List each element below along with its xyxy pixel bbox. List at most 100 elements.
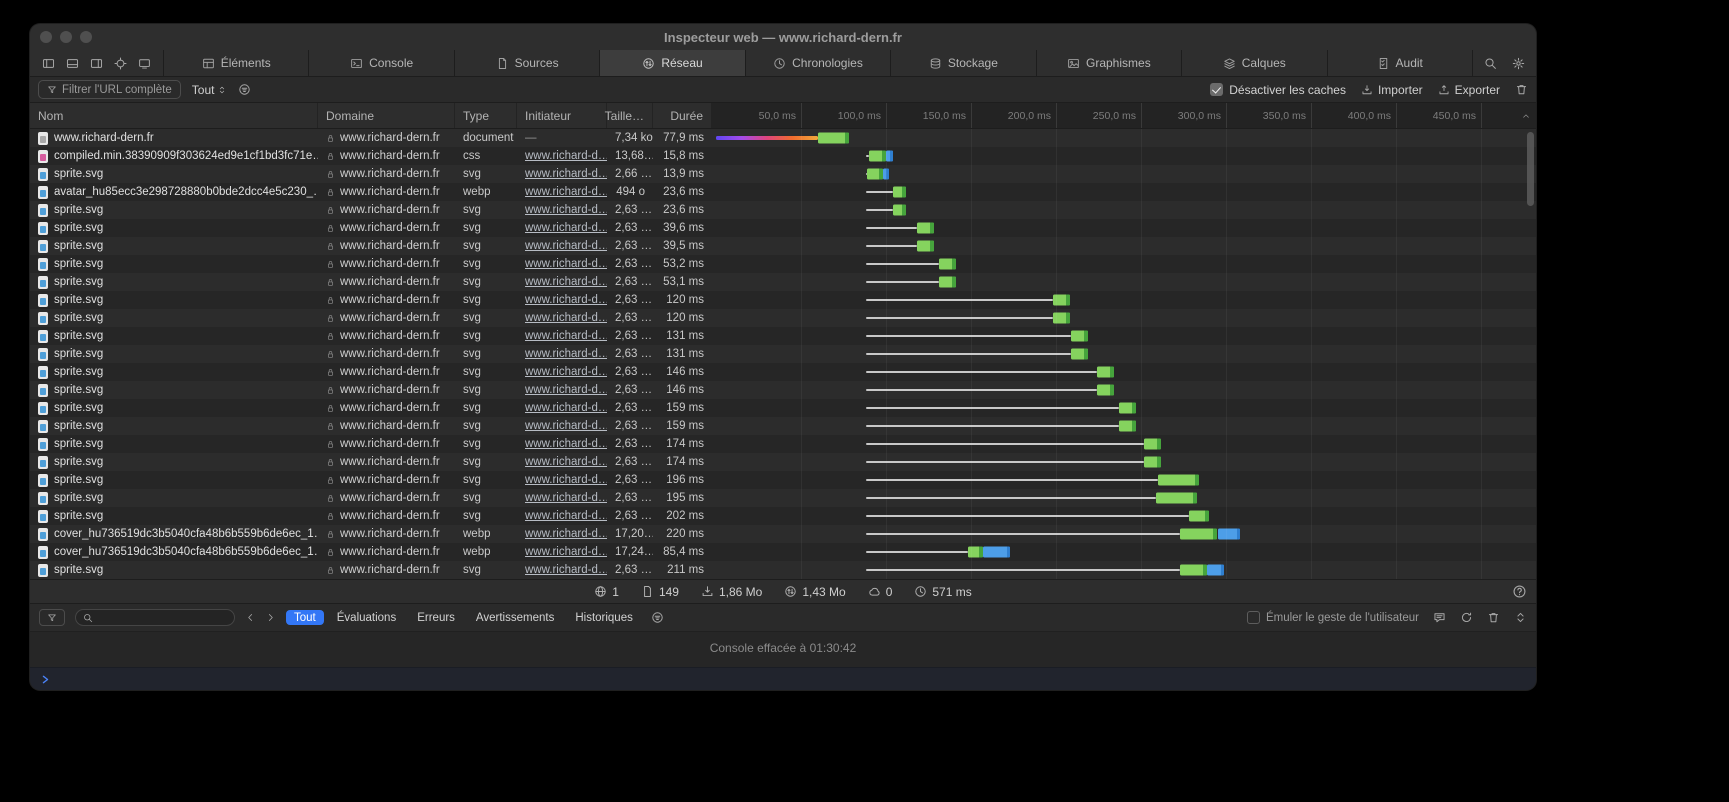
request-row[interactable]: sprite.svgwww.richard-dern.frsvgwww.rich…	[30, 345, 1536, 363]
reload-icon[interactable]	[1460, 611, 1473, 624]
request-row[interactable]: sprite.svgwww.richard-dern.frsvgwww.rich…	[30, 255, 1536, 273]
initiator-link[interactable]: www.richard-d…	[525, 348, 607, 360]
initiator-link[interactable]: www.richard-d…	[525, 312, 607, 324]
console-prompt[interactable]	[30, 667, 1536, 690]
initiator-link[interactable]: www.richard-d…	[525, 366, 607, 378]
export-button[interactable]: Exporter	[1438, 83, 1500, 97]
filter-list-icon[interactable]	[651, 611, 664, 624]
emulate-user-gesture-checkbox[interactable]: Émuler le geste de l'utilisateur	[1247, 611, 1419, 624]
request-row[interactable]: sprite.svgwww.richard-dern.frsvgwww.rich…	[30, 435, 1536, 453]
url-filter-input[interactable]: Filtrer l'URL complète	[38, 80, 181, 99]
initiator-link[interactable]: www.richard-d…	[525, 222, 607, 234]
console-scope-avertissements[interactable]: Avertissements	[468, 610, 562, 625]
initiator-link[interactable]: www.richard-d…	[525, 186, 607, 198]
request-row[interactable]: cover_hu736519dc3b5040cfa48b6b559b6de6ec…	[30, 543, 1536, 561]
column-header-duree[interactable]: Durée	[653, 103, 712, 128]
initiator-link[interactable]: www.richard-d…	[525, 384, 607, 396]
close-button[interactable]	[40, 31, 52, 43]
request-row[interactable]: sprite.svgwww.richard-dern.frsvgwww.rich…	[30, 291, 1536, 309]
disable-caches-checkbox[interactable]: Désactiver les caches	[1210, 83, 1346, 97]
request-row[interactable]: sprite.svgwww.richard-dern.frsvgwww.rich…	[30, 561, 1536, 579]
request-row[interactable]: sprite.svgwww.richard-dern.frsvgwww.rich…	[30, 363, 1536, 381]
resource-type-select[interactable]: Tout	[192, 83, 228, 97]
trash-icon[interactable]	[1487, 611, 1500, 624]
minimize-button[interactable]	[60, 31, 72, 43]
request-row[interactable]: sprite.svgwww.richard-dern.frsvgwww.rich…	[30, 309, 1536, 327]
initiator-link[interactable]: www.richard-d…	[525, 546, 607, 558]
expand-icon[interactable]	[1514, 611, 1527, 624]
initiator-link[interactable]: www.richard-d…	[525, 438, 607, 450]
clear-network-items-icon[interactable]	[1515, 83, 1528, 96]
request-row[interactable]: sprite.svgwww.richard-dern.frsvgwww.rich…	[30, 165, 1536, 183]
dock-right-icon[interactable]	[90, 57, 103, 70]
request-row[interactable]: avatar_hu85ecc3e298728880b0bde2dcc4e5c23…	[30, 183, 1536, 201]
initiator-link[interactable]: www.richard-d…	[525, 564, 607, 576]
tab-elements[interactable]: Éléments	[164, 50, 309, 76]
zoom-button[interactable]	[80, 31, 92, 43]
column-header-nom[interactable]: Nom	[30, 103, 318, 128]
request-row[interactable]: sprite.svgwww.richard-dern.frsvgwww.rich…	[30, 381, 1536, 399]
initiator-link[interactable]: www.richard-d…	[525, 240, 607, 252]
initiator-link[interactable]: www.richard-d…	[525, 528, 607, 540]
gear-icon[interactable]	[1512, 57, 1525, 70]
console-scope-historiques[interactable]: Historiques	[567, 610, 641, 625]
column-header-domaine[interactable]: Domaine	[318, 103, 455, 128]
initiator-link[interactable]: www.richard-d…	[525, 294, 607, 306]
tab-sources[interactable]: Sources	[455, 50, 600, 76]
initiator-link[interactable]: www.richard-d…	[525, 510, 607, 522]
checkbox-checked-icon[interactable]	[1210, 83, 1223, 96]
initiator-link[interactable]: www.richard-d…	[525, 150, 607, 162]
initiator-link[interactable]: www.richard-d…	[525, 492, 607, 504]
tab-console[interactable]: Console	[309, 50, 454, 76]
request-row[interactable]: sprite.svgwww.richard-dern.frsvgwww.rich…	[30, 399, 1536, 417]
request-row[interactable]: compiled.min.38390909f303624ed9e1cf1bd3f…	[30, 147, 1536, 165]
checkbox-unchecked-icon[interactable]	[1247, 611, 1260, 624]
initiator-link[interactable]: www.richard-d…	[525, 204, 607, 216]
request-row[interactable]: sprite.svgwww.richard-dern.frsvgwww.rich…	[30, 273, 1536, 291]
initiator-link[interactable]: www.richard-d…	[525, 420, 607, 432]
request-row[interactable]: sprite.svgwww.richard-dern.frsvgwww.rich…	[30, 507, 1536, 525]
tab-reseau[interactable]: Réseau	[600, 50, 745, 76]
import-button[interactable]: Importer	[1361, 83, 1423, 97]
search-icon[interactable]	[1484, 57, 1497, 70]
console-filter-button[interactable]	[39, 609, 65, 626]
initiator-link[interactable]: www.richard-d…	[525, 168, 607, 180]
chevron-right-icon[interactable]	[265, 612, 276, 623]
request-row[interactable]: sprite.svgwww.richard-dern.frsvgwww.rich…	[30, 237, 1536, 255]
initiator-link[interactable]: www.richard-d…	[525, 474, 607, 486]
tab-graphismes[interactable]: Graphismes	[1037, 50, 1182, 76]
tab-audit[interactable]: Audit	[1328, 50, 1473, 76]
request-row[interactable]: sprite.svgwww.richard-dern.frsvgwww.rich…	[30, 201, 1536, 219]
initiator-link[interactable]: www.richard-d…	[525, 402, 607, 414]
vertical-scrollbar[interactable]	[1527, 132, 1534, 206]
initiator-link[interactable]: www.richard-d…	[525, 330, 607, 342]
request-row[interactable]: cover_hu736519dc3b5040cfa48b6b559b6de6ec…	[30, 525, 1536, 543]
tab-chronologies[interactable]: Chronologies	[746, 50, 891, 76]
column-header-initiateur[interactable]: Initiateur	[517, 103, 607, 128]
initiator-link[interactable]: www.richard-d…	[525, 258, 607, 270]
help-icon[interactable]	[1512, 584, 1527, 599]
dock-bottom-icon[interactable]	[66, 57, 79, 70]
request-row[interactable]: sprite.svgwww.richard-dern.frsvgwww.rich…	[30, 453, 1536, 471]
device-icon[interactable]	[138, 57, 151, 70]
column-header-type[interactable]: Type	[455, 103, 517, 128]
console-scope-erreurs[interactable]: Erreurs	[409, 610, 463, 625]
console-search-input[interactable]	[75, 609, 235, 626]
filter-list-icon[interactable]	[238, 83, 251, 96]
request-row[interactable]: sprite.svgwww.richard-dern.frsvgwww.rich…	[30, 471, 1536, 489]
chevron-left-icon[interactable]	[245, 612, 256, 623]
request-row[interactable]: www.richard-dern.frwww.richard-dern.frdo…	[30, 129, 1536, 147]
request-row[interactable]: sprite.svgwww.richard-dern.frsvgwww.rich…	[30, 417, 1536, 435]
timeline-header[interactable]: 50,0 ms100,0 ms150,0 ms200,0 ms250,0 ms3…	[712, 103, 1536, 128]
request-row[interactable]: sprite.svgwww.richard-dern.frsvgwww.rich…	[30, 327, 1536, 345]
initiator-link[interactable]: www.richard-d…	[525, 276, 607, 288]
request-row[interactable]: sprite.svgwww.richard-dern.frsvgwww.rich…	[30, 219, 1536, 237]
dock-left-icon[interactable]	[42, 57, 55, 70]
tab-calques[interactable]: Calques	[1182, 50, 1327, 76]
console-scope-evaluations[interactable]: Évaluations	[329, 610, 404, 625]
console-scope-tout[interactable]: Tout	[286, 610, 324, 625]
column-header-taille[interactable]: Taille…	[607, 103, 653, 128]
tab-stockage[interactable]: Stockage	[891, 50, 1036, 76]
message-bubble-icon[interactable]	[1433, 611, 1446, 624]
initiator-link[interactable]: www.richard-d…	[525, 456, 607, 468]
